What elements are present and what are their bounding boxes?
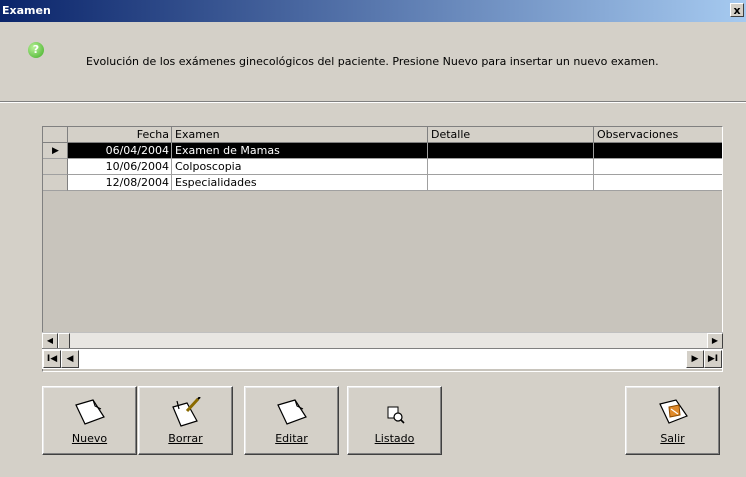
cell-observaciones[interactable] (594, 175, 722, 191)
column-header-examen[interactable]: Examen (172, 127, 428, 143)
new-document-icon (74, 399, 105, 425)
cell-examen[interactable]: Colposcopia (172, 159, 428, 175)
exit-icon (658, 399, 688, 424)
table-row[interactable]: 10/06/2004 Colposcopia (43, 159, 722, 175)
next-record-button[interactable]: ▶ (686, 350, 704, 368)
first-record-button[interactable]: I◀ (43, 350, 61, 368)
help-icon: ? (28, 42, 44, 58)
delete-document-icon (171, 397, 201, 427)
window-title: Examen (2, 4, 51, 17)
row-indicator (43, 159, 68, 175)
header-indicator-cell (43, 127, 68, 143)
nuevo-button[interactable]: Nuevo (42, 386, 137, 455)
cell-fecha[interactable]: 06/04/2004 (68, 143, 172, 159)
nuevo-label: Nuevo (71, 432, 108, 445)
cell-examen[interactable]: Especialidades (172, 175, 428, 191)
horizontal-scrollbar[interactable]: ◀ ▶ (42, 332, 723, 349)
instructions-text: Evolución de los exámenes ginecológicos … (86, 55, 659, 68)
table-row[interactable]: 12/08/2004 Especialidades (43, 175, 722, 191)
column-header-detalle[interactable]: Detalle (428, 127, 594, 143)
editar-button[interactable]: Editar (244, 386, 339, 455)
grid-header: Fecha Examen Detalle Observaciones (43, 127, 722, 143)
cell-observaciones[interactable] (594, 159, 722, 175)
scroll-right-icon[interactable]: ▶ (707, 333, 723, 349)
title-bar: Examen x (0, 0, 746, 22)
print-list-icon (387, 406, 405, 424)
record-navigator: I◀ ◀ ▶ ▶I (42, 348, 723, 369)
cell-examen[interactable]: Examen de Mamas (172, 143, 428, 159)
separator (0, 101, 746, 103)
cell-observaciones[interactable] (594, 143, 722, 159)
column-header-fecha[interactable]: Fecha (68, 127, 172, 143)
cell-fecha[interactable]: 10/06/2004 (68, 159, 172, 175)
cell-detalle[interactable] (428, 175, 594, 191)
edit-document-icon (276, 399, 307, 425)
examen-dialog: Examen x ? Evolución de los exámenes gin… (0, 0, 746, 477)
scroll-left-icon[interactable]: ◀ (42, 333, 58, 349)
listado-button[interactable]: Listado (347, 386, 442, 455)
cell-fecha[interactable]: 12/08/2004 (68, 175, 172, 191)
cell-detalle[interactable] (428, 159, 594, 175)
scroll-thumb[interactable] (58, 333, 70, 349)
salir-button[interactable]: Salir (625, 386, 720, 455)
last-record-button[interactable]: ▶I (704, 350, 722, 368)
editar-label: Editar (275, 432, 308, 445)
cell-detalle[interactable] (428, 143, 594, 159)
salir-label: Salir (660, 432, 685, 445)
borrar-label: Borrar (168, 432, 203, 445)
prev-record-button[interactable]: ◀ (61, 350, 79, 368)
column-header-observaciones[interactable]: Observaciones (594, 127, 722, 143)
close-button[interactable]: x (730, 3, 744, 17)
row-indicator-icon: ▶ (43, 143, 68, 159)
table-row[interactable]: ▶ 06/04/2004 Examen de Mamas (43, 143, 722, 159)
row-indicator (43, 175, 68, 191)
borrar-button[interactable]: Borrar (138, 386, 233, 455)
listado-label: Listado (374, 432, 415, 445)
